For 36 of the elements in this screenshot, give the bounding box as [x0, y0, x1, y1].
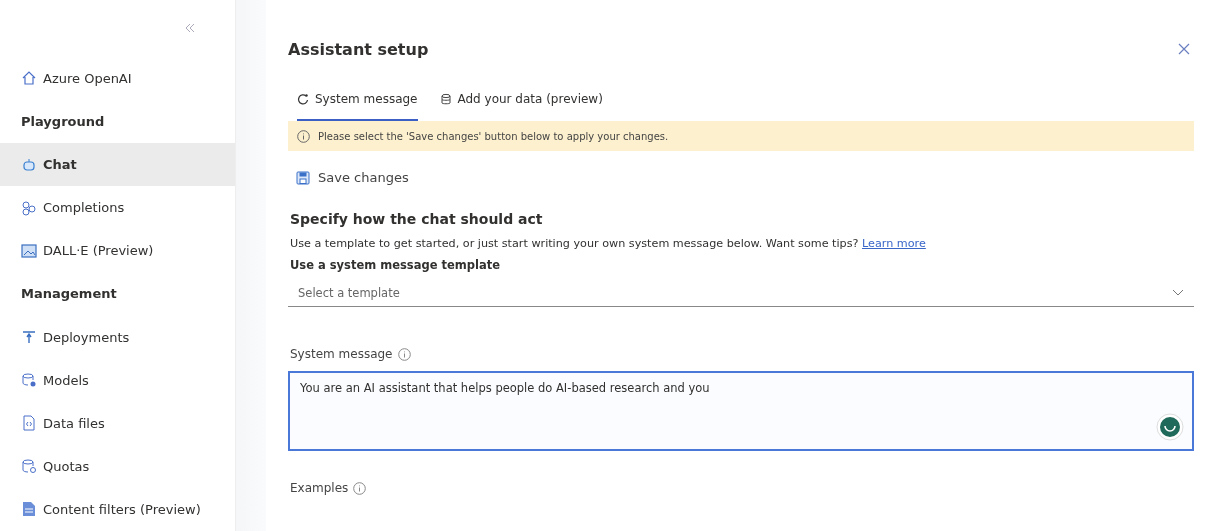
section-heading: Specify how the chat should act: [290, 211, 544, 227]
save-button[interactable]: Save changes: [292, 166, 413, 189]
field-label: Use a system message template: [290, 258, 501, 272]
section-header: Playground: [20, 113, 106, 131]
system-message-field[interactable]: You are an AI assistant that helps people do AI-based research and you: [288, 371, 1194, 451]
home-icon: [21, 70, 37, 87]
info-icon: [297, 129, 310, 143]
field-label: System message: [290, 347, 393, 361]
tab[interactable]: Add your data (preview): [439, 81, 603, 121]
nav-item[interactable]: Data files: [0, 401, 235, 445]
learn-more-link[interactable]: Learn more: [862, 237, 926, 250]
template-dropdown[interactable]: Select a template: [288, 280, 1194, 307]
notice-text: Please select the 'Save changes' button below to apply your changes.: [318, 130, 669, 142]
assistant-button-icon[interactable]: [1156, 413, 1184, 441]
save-icon: [296, 170, 310, 185]
file-icon: [21, 415, 37, 432]
nav-item[interactable]: Quotas: [0, 444, 235, 488]
database-icon: [439, 93, 452, 105]
bot-icon: [21, 156, 37, 173]
close-icon[interactable]: [1178, 43, 1190, 55]
info-icon: [353, 481, 367, 495]
nav-item[interactable]: Content filters (Preview): [0, 487, 235, 531]
nav-item[interactable]: DALL·E (Preview): [0, 229, 235, 273]
section-header: Management: [20, 285, 118, 304]
nav-item[interactable]: Models: [0, 358, 235, 402]
description-text: Use a template to get started, or just start writing your own system message below. Want some tips?: [290, 237, 859, 250]
nav-item[interactable]: Completions: [0, 186, 235, 230]
nav-item[interactable]: Deployments: [0, 315, 235, 359]
nav-item[interactable]: Chat: [0, 143, 235, 187]
chevron-down-icon: [1172, 289, 1184, 297]
field-label: Examples: [290, 481, 349, 495]
image-icon: [21, 242, 37, 259]
nav-item[interactable]: Azure OpenAI: [0, 56, 235, 100]
info-icon: [397, 347, 411, 361]
panel-title: Assistant setup: [288, 39, 429, 59]
refresh-icon: [297, 93, 309, 105]
